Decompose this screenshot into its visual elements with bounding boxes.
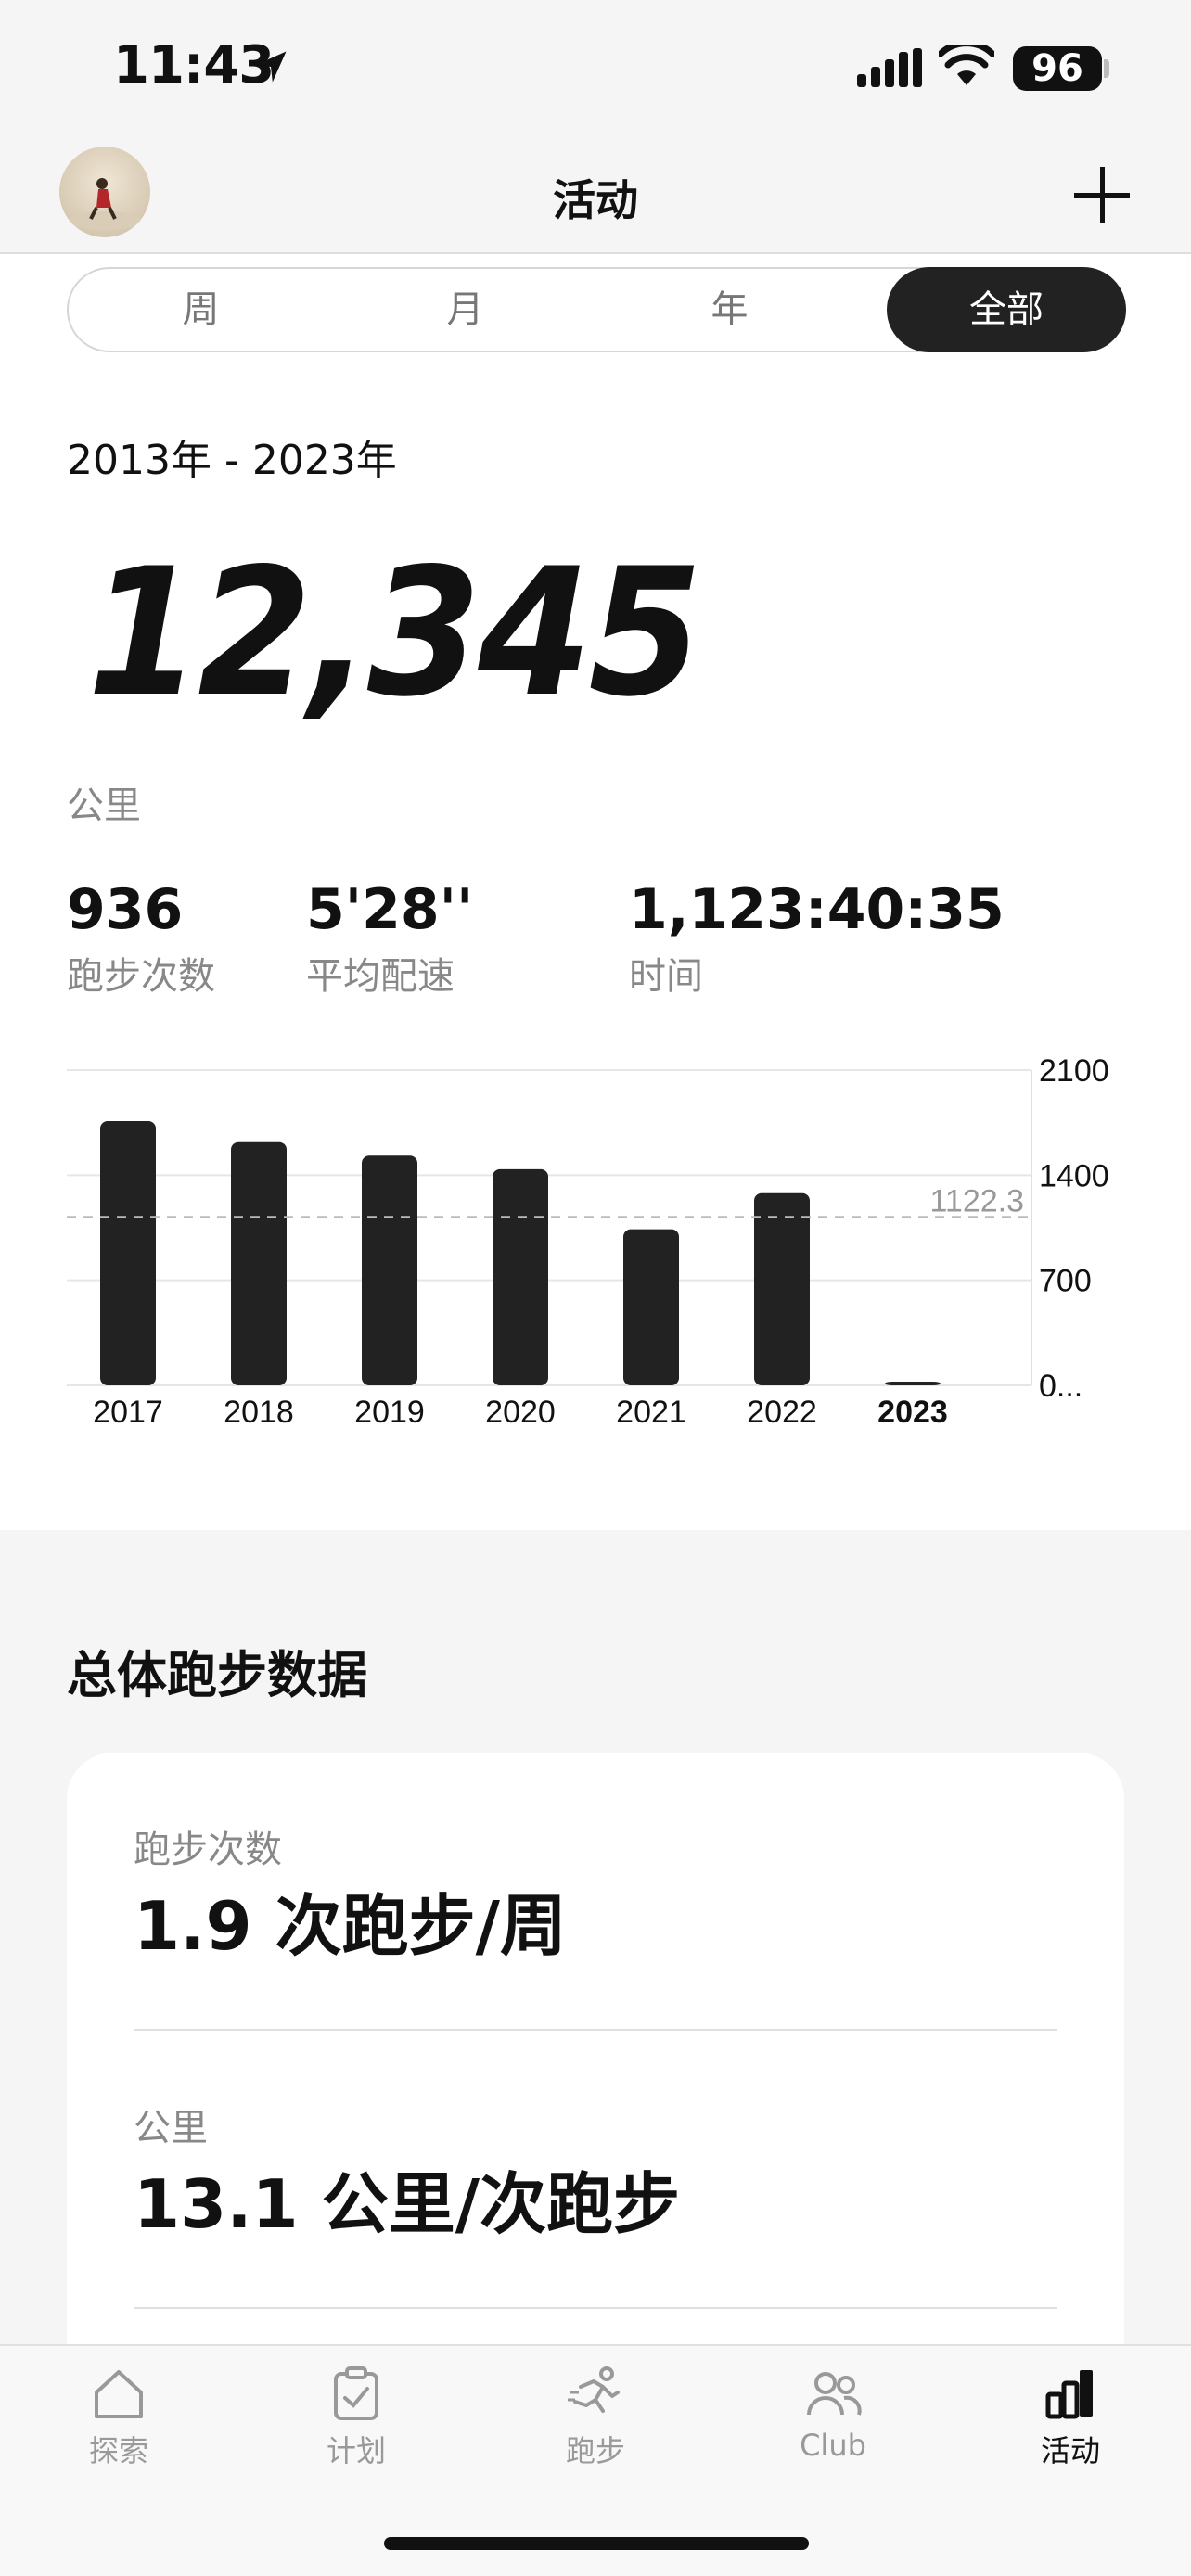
- location-arrow-icon: [255, 51, 287, 83]
- cellular-signal-icon: [857, 48, 922, 87]
- stat-run-count: 936 跑步次数: [67, 877, 215, 1000]
- stat-value: 1,123:40:35: [629, 877, 1005, 942]
- period-segmented-control: 周 月 年 全部: [67, 267, 1126, 352]
- app-header: 活动: [0, 139, 1191, 254]
- bar: [231, 1141, 287, 1385]
- tab-explore[interactable]: 探索: [26, 2365, 211, 2470]
- tab-label: Club: [800, 2428, 866, 2463]
- divider: [134, 2029, 1057, 2031]
- tab-activity[interactable]: 活动: [978, 2365, 1163, 2470]
- x-tick-label: 2018: [224, 1395, 294, 1430]
- bar: [885, 1382, 941, 1385]
- x-tick-label: 2019: [354, 1395, 425, 1430]
- bar: [362, 1155, 417, 1385]
- date-range: 2013年 - 2023年: [67, 437, 397, 484]
- runner-icon: [568, 2366, 620, 2413]
- row-value-runs-per-week: 1.9 次跑步/周: [134, 1887, 567, 1965]
- total-distance: 12,345: [87, 530, 702, 735]
- row-label-runs: 跑步次数: [134, 1829, 282, 1871]
- stat-average-pace: 5'28'' 平均配速: [306, 877, 473, 1000]
- segment-year[interactable]: 年: [597, 269, 862, 351]
- page-title: 活动: [553, 175, 638, 225]
- status-bar: 11:43 96: [0, 0, 1191, 139]
- bar: [100, 1121, 156, 1385]
- people-icon: [807, 2372, 862, 2416]
- stat-value: 936: [67, 877, 184, 942]
- tab-label: 探索: [88, 2433, 148, 2468]
- y-tick-label: 0...: [1039, 1369, 1082, 1404]
- segment-week[interactable]: 周: [69, 269, 333, 351]
- section-title: 总体跑步数据: [67, 1646, 367, 1704]
- distance-unit: 公里: [67, 784, 141, 827]
- row-label-distance: 公里: [134, 2107, 208, 2149]
- stat-value: 5'28'': [306, 877, 474, 942]
- x-tick-label: 2017: [93, 1395, 163, 1430]
- tab-run[interactable]: 跑步: [503, 2365, 688, 2470]
- bar: [493, 1168, 548, 1385]
- battery-indicator: 96: [1013, 46, 1102, 91]
- bar: [623, 1229, 679, 1385]
- stat-label: 时间: [629, 955, 703, 998]
- y-tick-label: 2100: [1039, 1053, 1109, 1089]
- add-button[interactable]: [1074, 167, 1130, 223]
- battery-nub: [1104, 59, 1109, 78]
- x-tick-label: 2020: [485, 1395, 556, 1430]
- tab-club[interactable]: Club: [740, 2365, 926, 2463]
- y-tick-label: 1400: [1039, 1158, 1109, 1193]
- home-indicator: [384, 2537, 809, 2550]
- average-label: 1122.3: [930, 1183, 1024, 1218]
- x-tick-label: 2022: [747, 1395, 817, 1430]
- home-icon: [95, 2370, 143, 2418]
- clipboard-check-icon: [334, 2366, 378, 2420]
- tab-label: 计划: [326, 2433, 386, 2468]
- x-tick-label: 2021: [616, 1395, 686, 1430]
- stat-time: 1,123:40:35 时间: [629, 877, 1005, 1000]
- tab-plan[interactable]: 计划: [263, 2365, 449, 2470]
- y-tick-label: 700: [1039, 1264, 1092, 1299]
- segment-month[interactable]: 月: [333, 269, 597, 351]
- row-value-km-per-run: 13.1 公里/次跑步: [134, 2165, 681, 2243]
- divider: [134, 2307, 1057, 2309]
- bar-chart-icon: [1045, 2370, 1093, 2419]
- stat-label: 跑步次数: [67, 955, 215, 998]
- overall-stats-card: 跑步次数 1.9 次跑步/周 公里 13.1 公里/次跑步: [67, 1753, 1124, 2402]
- segment-all[interactable]: 全部: [887, 267, 1126, 352]
- tab-label: 活动: [1040, 2433, 1100, 2468]
- bar: [754, 1192, 810, 1385]
- stat-label: 平均配速: [306, 955, 455, 998]
- yearly-distance-chart: 2100 1400 700 0... 2017 2018 2019 2020 2021 2022 2…: [67, 1053, 1109, 1430]
- tab-label: 跑步: [565, 2433, 625, 2468]
- x-tick-label: 2023: [877, 1395, 948, 1430]
- wifi-icon: [939, 45, 994, 85]
